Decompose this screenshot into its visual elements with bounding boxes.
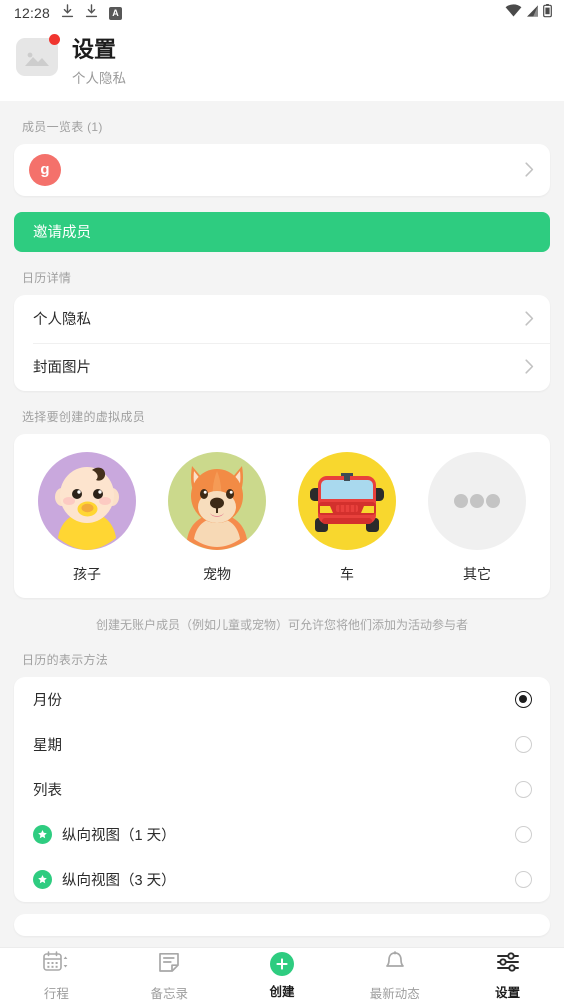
list-item-label: 个人隐私 — [33, 312, 91, 328]
radio-option-label: 列表 — [33, 782, 62, 799]
nav-item-label: 备忘录 — [150, 986, 188, 1001]
baby-avatar-icon — [38, 451, 136, 550]
virtual-members-section-label: 选择要创建的虚拟成员 — [22, 409, 146, 424]
nav-item-label: 创建 — [269, 985, 295, 999]
virtual-member-label: 宠物 — [203, 565, 231, 582]
virtual-member-car[interactable]: 车 — [282, 451, 412, 584]
display-method-section-label: 日历的表示方法 — [22, 652, 109, 667]
note-icon — [158, 951, 180, 978]
bottom-navigation-bar: 行程 备忘录 创建 最新动态 设置 — [0, 947, 564, 1004]
radio-option-label: 纵向视图（3 天） — [62, 872, 176, 889]
invite-member-button[interactable]: 邀请成员 — [14, 211, 550, 252]
page-header: 设置 个人隐私 — [0, 26, 564, 101]
member-row[interactable]: g — [14, 144, 550, 196]
list-item-cover-image[interactable]: 封面图片 — [14, 342, 550, 391]
avatar: g — [29, 153, 61, 186]
virtual-members-card: 孩子 宠物 车 其它 — [14, 433, 550, 598]
nav-item-create[interactable]: 创建 — [226, 952, 339, 1000]
image-placeholder-icon — [25, 50, 49, 71]
ellipsis-avatar-icon — [428, 451, 526, 550]
radio-option-list[interactable]: 列表 — [14, 767, 550, 812]
radio-option-label: 纵向视图（1 天） — [62, 827, 176, 844]
virtual-member-other[interactable]: 其它 — [412, 451, 542, 584]
page-title: 设置 — [72, 37, 117, 62]
virtual-members-grid: 孩子 宠物 车 其它 — [22, 451, 542, 584]
header-thumbnail-wrap[interactable] — [16, 34, 60, 76]
nav-item-schedule[interactable]: 行程 — [0, 950, 113, 1002]
cellular-signal-icon — [526, 4, 539, 23]
premium-star-icon — [33, 824, 52, 844]
chevron-right-icon — [525, 162, 534, 177]
nav-item-activity[interactable]: 最新动态 — [338, 950, 451, 1002]
plus-circle-icon — [269, 952, 294, 976]
virtual-members-hint: 创建无账户成员（例如儿童或宠物）可允许您将他们添加为活动参与者 — [95, 617, 468, 632]
members-section-label: 成员一览表 (1) — [22, 119, 103, 134]
nav-item-label: 设置 — [495, 985, 521, 1000]
display-method-card: 月份 星期 列表 纵向视图（1 天） 纵向视图（3 天） — [14, 676, 550, 902]
settings-content: 成员一览表 (1) g 邀请成员 日历详情 个人隐私 封面图片 选择要创建的虚拟… — [0, 100, 564, 936]
nav-item-settings[interactable]: 设置 — [451, 951, 564, 1001]
radio-button[interactable] — [515, 825, 532, 843]
radio-button[interactable] — [515, 735, 532, 753]
battery-icon — [543, 3, 552, 23]
nav-item-label: 行程 — [43, 986, 69, 1001]
radio-button[interactable] — [515, 870, 532, 888]
page-subtitle: 个人隐私 — [72, 70, 126, 86]
letter-a-badge-icon: A — [109, 6, 123, 20]
bell-icon — [384, 950, 406, 978]
radio-option-vertical-3day[interactable]: 纵向视图（3 天） — [14, 857, 550, 902]
list-item-privacy[interactable]: 个人隐私 — [14, 295, 550, 343]
radio-button[interactable] — [515, 780, 532, 798]
radio-option-vertical-1day[interactable]: 纵向视图（1 天） — [14, 812, 550, 857]
unread-badge-dot — [49, 34, 60, 45]
virtual-member-child[interactable]: 孩子 — [22, 451, 152, 584]
status-bar-left: 12:28 A — [14, 3, 123, 23]
virtual-member-pet[interactable]: 宠物 — [152, 451, 282, 584]
car-avatar-icon — [298, 451, 396, 550]
chevron-right-icon — [525, 311, 534, 326]
list-item-label: 封面图片 — [33, 360, 91, 376]
radio-button[interactable] — [515, 690, 532, 708]
header-text: 设置 个人隐私 — [72, 34, 126, 87]
virtual-member-label: 车 — [340, 565, 354, 582]
nav-item-label: 最新动态 — [369, 986, 420, 1001]
radio-option-month[interactable]: 月份 — [14, 677, 550, 722]
calendar-switch-icon — [43, 950, 69, 978]
wifi-icon — [505, 3, 522, 23]
dog-avatar-icon — [168, 451, 266, 550]
premium-star-icon — [33, 869, 52, 889]
calendar-details-section-label: 日历详情 — [22, 270, 72, 285]
status-bar-right — [505, 3, 552, 23]
chevron-right-icon — [525, 359, 534, 374]
virtual-member-label: 其它 — [463, 565, 491, 582]
nav-item-memo[interactable]: 备忘录 — [113, 951, 226, 1002]
virtual-member-label: 孩子 — [73, 565, 101, 582]
radio-option-label: 月份 — [33, 692, 62, 709]
sliders-icon — [496, 951, 520, 977]
radio-option-label: 星期 — [33, 737, 62, 754]
download-icon — [61, 3, 74, 23]
download-icon — [85, 3, 98, 23]
radio-option-week[interactable]: 星期 — [14, 722, 550, 767]
status-bar: 12:28 A — [0, 0, 564, 26]
members-card: g — [14, 143, 550, 196]
calendar-details-card: 个人隐私 封面图片 — [14, 294, 550, 391]
status-bar-clock: 12:28 — [14, 5, 51, 21]
next-section-card-peek — [14, 913, 550, 936]
